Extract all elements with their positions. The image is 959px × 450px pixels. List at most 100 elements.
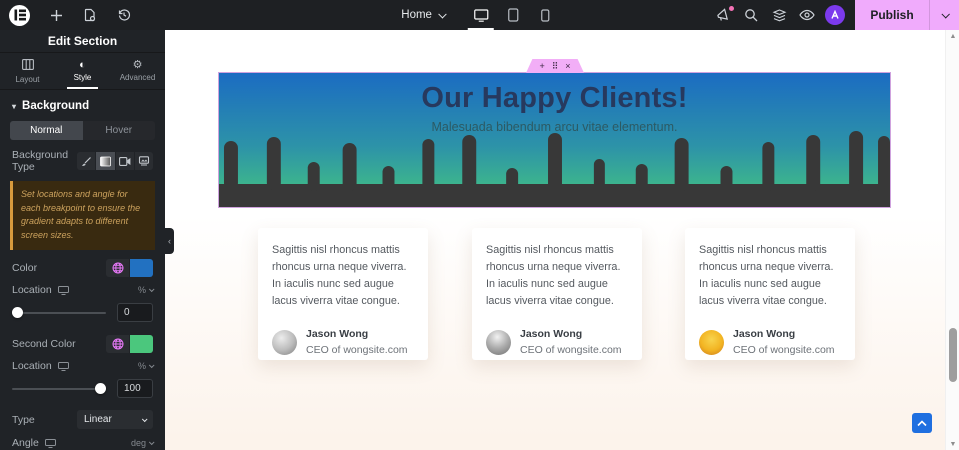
user-avatar[interactable]: [825, 5, 845, 25]
editor-canvas: + ⠿ × Our Happy Clients! Malesuada biben…: [165, 30, 945, 450]
second-color-controls: [106, 335, 153, 353]
panel-tabs: Layout ◐ Style ⚙ Advanced: [0, 53, 165, 90]
active-device-underline: [467, 28, 494, 30]
second-location-row: Location %: [12, 360, 155, 372]
person-name: Jason Wong: [733, 328, 796, 341]
device-mobile-button[interactable]: [529, 0, 561, 30]
person-role: CEO of wongsite.com: [306, 343, 408, 356]
add-new-icon[interactable]: [48, 7, 64, 23]
state-tab-hover[interactable]: Hover: [83, 121, 156, 140]
vertical-scrollbar[interactable]: ▲ ▼: [945, 30, 959, 450]
angle-label-group: Angle: [12, 437, 56, 449]
scrollbar-down-arrow[interactable]: ▼: [946, 438, 959, 450]
testimonial-person: Jason Wong CEO of wongsite.com: [272, 327, 414, 357]
state-tab-normal[interactable]: Normal: [10, 121, 83, 140]
publish-options-button[interactable]: [929, 0, 959, 30]
editor-panel: Edit Section Layout ◐ Style ⚙ Advanced ▾…: [0, 30, 165, 450]
second-location-value-input[interactable]: 100: [117, 379, 153, 398]
desktop-icon: [473, 8, 489, 22]
scroll-to-top-button[interactable]: [912, 413, 932, 433]
hero-title[interactable]: Our Happy Clients!: [219, 82, 890, 115]
section-handle[interactable]: + ⠿ ×: [526, 59, 584, 73]
first-color-swatch[interactable]: [130, 259, 153, 277]
device-tablet-button[interactable]: [497, 0, 529, 30]
avatar: [486, 329, 511, 355]
second-location-slider[interactable]: [12, 382, 106, 395]
tab-style[interactable]: ◐ Style: [55, 53, 110, 89]
chevron-up-icon: [917, 419, 927, 426]
tab-advanced[interactable]: ⚙ Advanced: [110, 53, 165, 89]
testimonial-card[interactable]: Sagittis nisl rhoncus mattis rhoncus urn…: [258, 228, 428, 360]
person-name: Jason Wong: [306, 328, 369, 341]
tab-style-label: Style: [73, 73, 92, 82]
whats-new-icon[interactable]: [711, 6, 735, 23]
preview-icon[interactable]: [795, 7, 819, 23]
structure-icon[interactable]: [767, 7, 791, 23]
caret-down-icon: ▾: [12, 101, 17, 111]
gradient-type-row: Type Linear: [12, 410, 153, 429]
location-label-group: Location: [12, 284, 69, 296]
publish-button-group: Publish: [855, 0, 959, 30]
scrollbar-thumb[interactable]: [949, 328, 957, 382]
responsive-monitor-icon: [44, 438, 56, 448]
second-location-label-group: Location: [12, 360, 69, 372]
angle-row: Angle deg: [12, 437, 155, 449]
hero-section[interactable]: Our Happy Clients! Malesuada bibendum ar…: [218, 72, 891, 208]
mobile-icon: [540, 8, 550, 22]
location-value-input[interactable]: 0: [117, 303, 153, 322]
scrollbar-up-arrow[interactable]: ▲: [946, 30, 959, 42]
drip-shape-divider: [219, 131, 890, 207]
testimonial-person: Jason Wong CEO of wongsite.com: [486, 327, 628, 357]
testimonial-card[interactable]: Sagittis nisl rhoncus mattis rhoncus urn…: [685, 228, 855, 360]
slider-track: [12, 312, 106, 314]
color-label: Color: [12, 262, 38, 274]
state-tabs: Normal Hover: [10, 121, 155, 140]
page-settings-icon[interactable]: [82, 7, 98, 23]
search-icon[interactable]: [739, 7, 763, 23]
person-role: CEO of wongsite.com: [733, 343, 835, 356]
bgtype-gradient-button[interactable]: [96, 152, 115, 170]
topbar-center-group: Home: [391, 0, 561, 30]
second-location-unit-select[interactable]: %: [138, 361, 155, 371]
chevron-down-icon: [148, 439, 155, 446]
bgtype-video-button[interactable]: [115, 152, 134, 170]
slider-handle[interactable]: [12, 307, 23, 318]
document-switcher[interactable]: Home: [391, 0, 455, 30]
elementor-logo[interactable]: [9, 4, 30, 26]
topbar-left-group: [0, 4, 132, 26]
gradient-icon: [100, 156, 111, 166]
background-type-choices: [77, 152, 153, 170]
chevron-down-icon: [438, 10, 447, 19]
globe-icon: [112, 338, 123, 350]
history-icon[interactable]: [116, 7, 132, 23]
add-section-icon[interactable]: +: [539, 61, 544, 71]
testimonial-card[interactable]: Sagittis nisl rhoncus mattis rhoncus urn…: [472, 228, 642, 360]
global-color-button[interactable]: [106, 259, 129, 277]
tab-layout-label: Layout: [15, 74, 40, 84]
location-unit-select[interactable]: %: [138, 285, 155, 295]
second-color-row: Second Color: [12, 335, 153, 353]
background-section-toggle[interactable]: ▾ Background: [0, 90, 165, 119]
person-name: Jason Wong: [520, 328, 583, 341]
tab-layout[interactable]: Layout: [0, 53, 55, 89]
layout-icon: [21, 58, 34, 73]
bgtype-slideshow-button[interactable]: [134, 152, 153, 170]
color-row: Color: [12, 259, 153, 277]
video-icon: [118, 156, 131, 166]
angle-unit-select[interactable]: deg: [131, 438, 155, 448]
gradient-type-select[interactable]: Linear: [77, 410, 153, 429]
testimonial-text: Sagittis nisl rhoncus mattis rhoncus urn…: [272, 244, 407, 308]
slider-handle[interactable]: [95, 383, 106, 394]
publish-button[interactable]: Publish: [855, 0, 929, 30]
background-type-row: Background Type: [12, 149, 153, 173]
delete-section-icon[interactable]: ×: [565, 61, 570, 71]
global-color-button[interactable]: [106, 335, 129, 353]
device-desktop-button[interactable]: [465, 0, 497, 30]
drag-section-icon[interactable]: ⠿: [552, 61, 559, 71]
location-slider[interactable]: [12, 306, 106, 319]
slider-track: [12, 388, 106, 390]
second-color-swatch[interactable]: [130, 335, 153, 353]
bgtype-classic-button[interactable]: [77, 152, 96, 170]
panel-title: Edit Section: [0, 30, 165, 53]
panel-collapse-handle[interactable]: ‹: [165, 228, 174, 254]
